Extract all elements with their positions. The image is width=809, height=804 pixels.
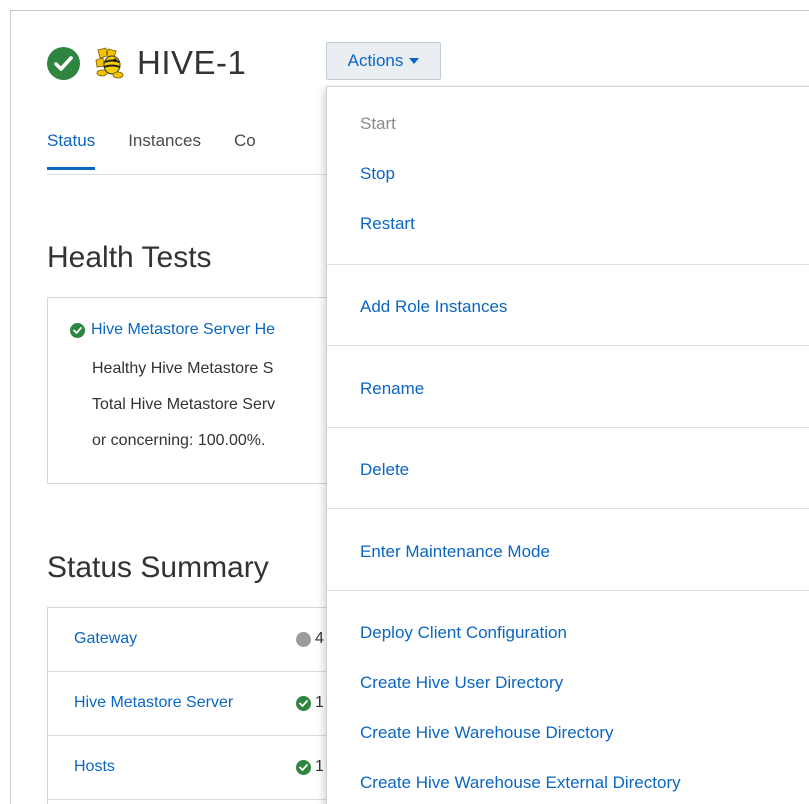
health-test-line: Total Hive Metastore Serv (92, 396, 276, 413)
service-tabs: Status Instances Co (47, 131, 289, 170)
status-summary-table: Gateway 4 Hive Metastore Server 1 Hosts … (47, 607, 368, 804)
actions-button-label: Actions (347, 51, 404, 70)
status-dot-grey-icon (296, 631, 311, 647)
menu-item-create-hive-user-directory[interactable]: Create Hive User Directory (360, 673, 563, 693)
actions-button[interactable]: Actions (326, 42, 441, 80)
role-link-hive-metastore-server[interactable]: Hive Metastore Server (74, 694, 233, 712)
service-header: HIVE-1 (47, 41, 246, 85)
tab-status[interactable]: Status (47, 131, 96, 170)
check-circle-icon (296, 759, 311, 775)
menu-item-enter-maintenance-mode[interactable]: Enter Maintenance Mode (360, 542, 550, 562)
menu-divider (327, 590, 809, 591)
check-circle-icon (296, 695, 311, 711)
health-test-title: Hive Metastore Server He (91, 321, 276, 338)
menu-divider (327, 345, 809, 346)
menu-item-deploy-client-configuration[interactable]: Deploy Client Configuration (360, 623, 567, 643)
menu-item-start: Start (360, 114, 396, 133)
health-test-line: or concerning: 100.00%. (92, 432, 266, 449)
table-row: Hive Metastore Server 1 (48, 672, 368, 736)
menu-item-stop[interactable]: Stop (360, 164, 395, 184)
check-circle-icon (47, 46, 80, 80)
health-test-item[interactable]: Hive Metastore Server He (70, 321, 275, 339)
menu-item-create-hive-warehouse-external-directory[interactable]: Create Hive Warehouse External Directory (360, 773, 681, 793)
health-tests-panel: Hive Metastore Server He Healthy Hive Me… (47, 297, 367, 484)
health-test-line: Healthy Hive Metastore S (92, 360, 274, 377)
menu-divider (327, 427, 809, 428)
service-page: HIVE-1 Actions Status Instances Co Healt… (10, 10, 809, 804)
table-row: Gateway 4 (48, 608, 368, 672)
menu-item-restart[interactable]: Restart (360, 214, 415, 234)
menu-item-delete[interactable]: Delete (360, 460, 409, 480)
actions-menu: Start Stop Restart Add Role Instances Re… (326, 86, 809, 804)
role-link-gateway[interactable]: Gateway (74, 630, 137, 648)
caret-down-icon (409, 58, 420, 64)
role-count: 1 (315, 694, 324, 711)
service-title: HIVE-1 (137, 44, 247, 81)
menu-item-add-role-instances[interactable]: Add Role Instances (360, 297, 507, 317)
menu-divider (327, 508, 809, 509)
role-status: 4 (296, 630, 324, 648)
tab-instances[interactable]: Instances (128, 131, 201, 170)
hive-bee-logo-icon (95, 47, 124, 79)
tab-configuration[interactable]: Co (234, 131, 256, 170)
role-status: 1 (296, 758, 324, 776)
status-summary-heading: Status Summary (47, 551, 269, 584)
menu-item-create-hive-warehouse-directory[interactable]: Create Hive Warehouse Directory (360, 723, 614, 743)
role-count: 1 (315, 758, 324, 775)
health-tests-heading: Health Tests (47, 241, 212, 274)
table-row: Hosts 1 (48, 736, 368, 800)
tabs-divider (47, 174, 347, 175)
check-circle-icon (70, 322, 85, 338)
role-status: 1 (296, 694, 324, 712)
role-link-hosts[interactable]: Hosts (74, 758, 115, 776)
role-count: 4 (315, 630, 324, 647)
menu-item-rename[interactable]: Rename (360, 379, 424, 399)
menu-divider (327, 264, 809, 265)
